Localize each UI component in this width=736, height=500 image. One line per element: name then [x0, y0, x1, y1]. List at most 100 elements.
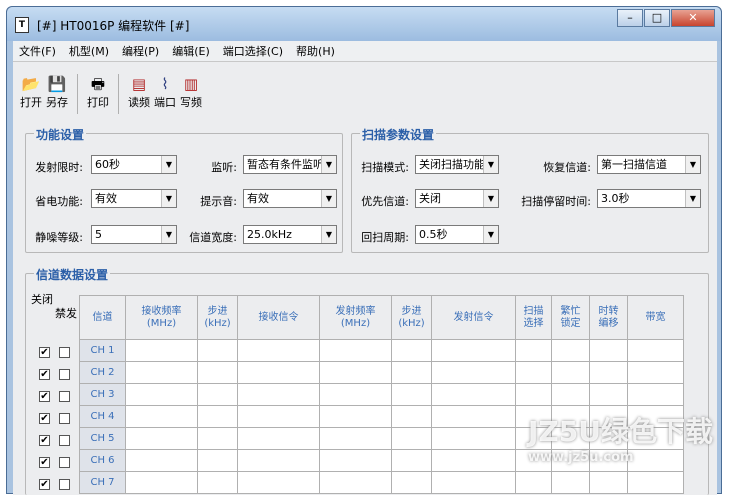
- scan-dwell-select[interactable]: 3.0秒 ▼: [597, 189, 701, 208]
- table-header-row: 信道 接收频率 (MHz) 步进 (kHz) 接收信令 发射频率 (MHz) 步…: [79, 295, 684, 340]
- folder-open-icon: 📂: [21, 75, 41, 93]
- chevron-down-icon: ▼: [685, 190, 700, 207]
- chevron-down-icon: ▼: [685, 156, 700, 173]
- monitor-label: 监听:: [211, 161, 237, 174]
- close-checkbox[interactable]: ✔: [39, 391, 50, 402]
- save-as-button[interactable]: 💾 另存: [45, 74, 69, 114]
- channel-label: CH 3: [79, 383, 126, 406]
- floppy-disk-icon: 💾: [47, 75, 67, 93]
- print-button[interactable]: 🖶 打印: [86, 74, 110, 114]
- disable-tx-checkbox[interactable]: [59, 391, 70, 402]
- menu-help[interactable]: 帮助(H): [296, 43, 335, 59]
- disable-tx-checkbox[interactable]: [59, 457, 70, 468]
- beep-select[interactable]: 有效 ▼: [243, 189, 337, 208]
- col-tx-step: 步进 (kHz): [391, 295, 432, 340]
- squelch-select[interactable]: 5 ▼: [91, 225, 177, 244]
- title-bar: T [#] HT0016P 编程软件 [#] – □ ✕: [7, 7, 721, 41]
- menu-port-select[interactable]: 端口选择(C): [223, 43, 283, 59]
- disable-tx-checkbox[interactable]: [59, 369, 70, 380]
- restore-channel-label: 恢复信道:: [543, 161, 591, 174]
- scan-dwell-label: 扫描停留时间:: [521, 195, 591, 208]
- col-tx-signal: 发射信令: [431, 295, 516, 340]
- col-rx-freq: 接收频率 (MHz): [125, 295, 198, 340]
- menu-program[interactable]: 编程(P): [122, 43, 159, 59]
- chevron-down-icon: ▼: [161, 156, 176, 173]
- scan-back-select[interactable]: 0.5秒 ▼: [415, 225, 499, 244]
- beep-label: 提示音:: [200, 195, 237, 208]
- scan-back-label: 回扫周期:: [361, 231, 409, 244]
- col-bandwidth: 带宽: [627, 295, 684, 340]
- scan-settings-title: 扫描参数设置: [360, 126, 437, 143]
- bandwidth-label: 信道宽度:: [189, 231, 237, 244]
- tx-limit-select[interactable]: 60秒 ▼: [91, 155, 177, 174]
- disable-tx-checkbox[interactable]: [59, 435, 70, 446]
- table-row[interactable]: CH 3: [79, 383, 684, 406]
- priority-channel-label: 优先信道:: [361, 195, 409, 208]
- close-checkbox[interactable]: ✔: [39, 457, 50, 468]
- power-save-label: 省电功能:: [35, 195, 83, 208]
- scan-mode-label: 扫描模式:: [361, 161, 409, 174]
- write-radio-icon: ▥: [183, 75, 199, 93]
- channel-label: CH 7: [79, 471, 126, 494]
- chevron-down-icon: ▼: [483, 226, 498, 243]
- close-button[interactable]: ✕: [671, 9, 715, 27]
- col-busy-lock: 繁忙 锁定: [551, 295, 590, 340]
- chevron-down-icon: ▼: [161, 226, 176, 243]
- close-checkbox[interactable]: ✔: [39, 413, 50, 424]
- close-checkbox[interactable]: ✔: [39, 435, 50, 446]
- read-radio-icon: ▤: [131, 75, 147, 93]
- table-row[interactable]: CH 1: [79, 339, 684, 362]
- close-checkbox[interactable]: ✔: [39, 369, 50, 380]
- chevron-down-icon: ▼: [483, 156, 498, 173]
- scan-mode-select[interactable]: 关闭扫描功能 ▼: [415, 155, 499, 174]
- disable-tx-checkbox[interactable]: [59, 413, 70, 424]
- power-save-select[interactable]: 有效 ▼: [91, 189, 177, 208]
- chevron-down-icon: ▼: [161, 190, 176, 207]
- watermark-main: JZ5U绿色下载: [528, 415, 713, 448]
- toolbar-divider: [118, 74, 119, 114]
- close-column-label: 关闭: [31, 293, 53, 306]
- channel-label: CH 6: [79, 449, 126, 472]
- channel-label: CH 2: [79, 361, 126, 384]
- port-icon: ⌇: [161, 75, 169, 93]
- disable-tx-checkbox[interactable]: [59, 347, 70, 358]
- chevron-down-icon: ▼: [321, 190, 336, 207]
- write-frequency-button[interactable]: ▥ 写频: [179, 74, 203, 114]
- table-row[interactable]: CH 2: [79, 361, 684, 384]
- read-frequency-button[interactable]: ▤ 读频: [127, 74, 151, 114]
- chevron-down-icon: ▼: [483, 190, 498, 207]
- channel-data-title: 信道数据设置: [34, 266, 111, 283]
- restore-channel-select[interactable]: 第一扫描信道 ▼: [597, 155, 701, 174]
- col-tx-freq: 发射频率 (MHz): [319, 295, 392, 340]
- menu-file[interactable]: 文件(F): [19, 43, 56, 59]
- menu-model[interactable]: 机型(M): [69, 43, 109, 59]
- col-scan-select: 扫描 选择: [515, 295, 552, 340]
- channel-label: CH 4: [79, 405, 126, 428]
- chevron-down-icon: ▼: [321, 156, 336, 173]
- priority-channel-select[interactable]: 关闭 ▼: [415, 189, 499, 208]
- window-title: [#] HT0016P 编程软件 [#]: [37, 19, 190, 33]
- channel-label: CH 5: [79, 427, 126, 450]
- tx-limit-label: 发射限时:: [35, 161, 83, 174]
- close-checkbox[interactable]: ✔: [39, 479, 50, 490]
- open-button[interactable]: 📂 打开: [19, 74, 43, 114]
- toolbar: 📂 打开 💾 另存 🖶 打印 ▤ 读频 ⌇ 端口 ▥ 写频: [13, 61, 717, 123]
- port-button[interactable]: ⌇ 端口: [153, 74, 177, 114]
- col-freq-shift: 时转 编移: [589, 295, 628, 340]
- menu-edit[interactable]: 编辑(E): [172, 43, 210, 59]
- function-settings-title: 功能设置: [34, 126, 87, 143]
- maximize-button[interactable]: □: [644, 9, 670, 27]
- col-channel: 信道: [79, 295, 126, 340]
- monitor-select[interactable]: 暂态有条件监听 ▼: [243, 155, 337, 174]
- channel-label: CH 1: [79, 339, 126, 362]
- close-checkbox[interactable]: ✔: [39, 347, 50, 358]
- col-rx-step: 步进 (kHz): [197, 295, 238, 340]
- disable-tx-checkbox[interactable]: [59, 479, 70, 490]
- watermark-url: www.jz5u.com: [528, 450, 634, 465]
- minimize-button[interactable]: –: [617, 9, 643, 27]
- table-row[interactable]: CH 7: [79, 471, 684, 494]
- menu-bar: 文件(F) 机型(M) 编程(P) 编辑(E) 端口选择(C) 帮助(H): [13, 41, 717, 61]
- bandwidth-select[interactable]: 25.0kHz ▼: [243, 225, 337, 244]
- toolbar-divider: [77, 74, 78, 114]
- squelch-label: 静噪等级:: [35, 231, 83, 244]
